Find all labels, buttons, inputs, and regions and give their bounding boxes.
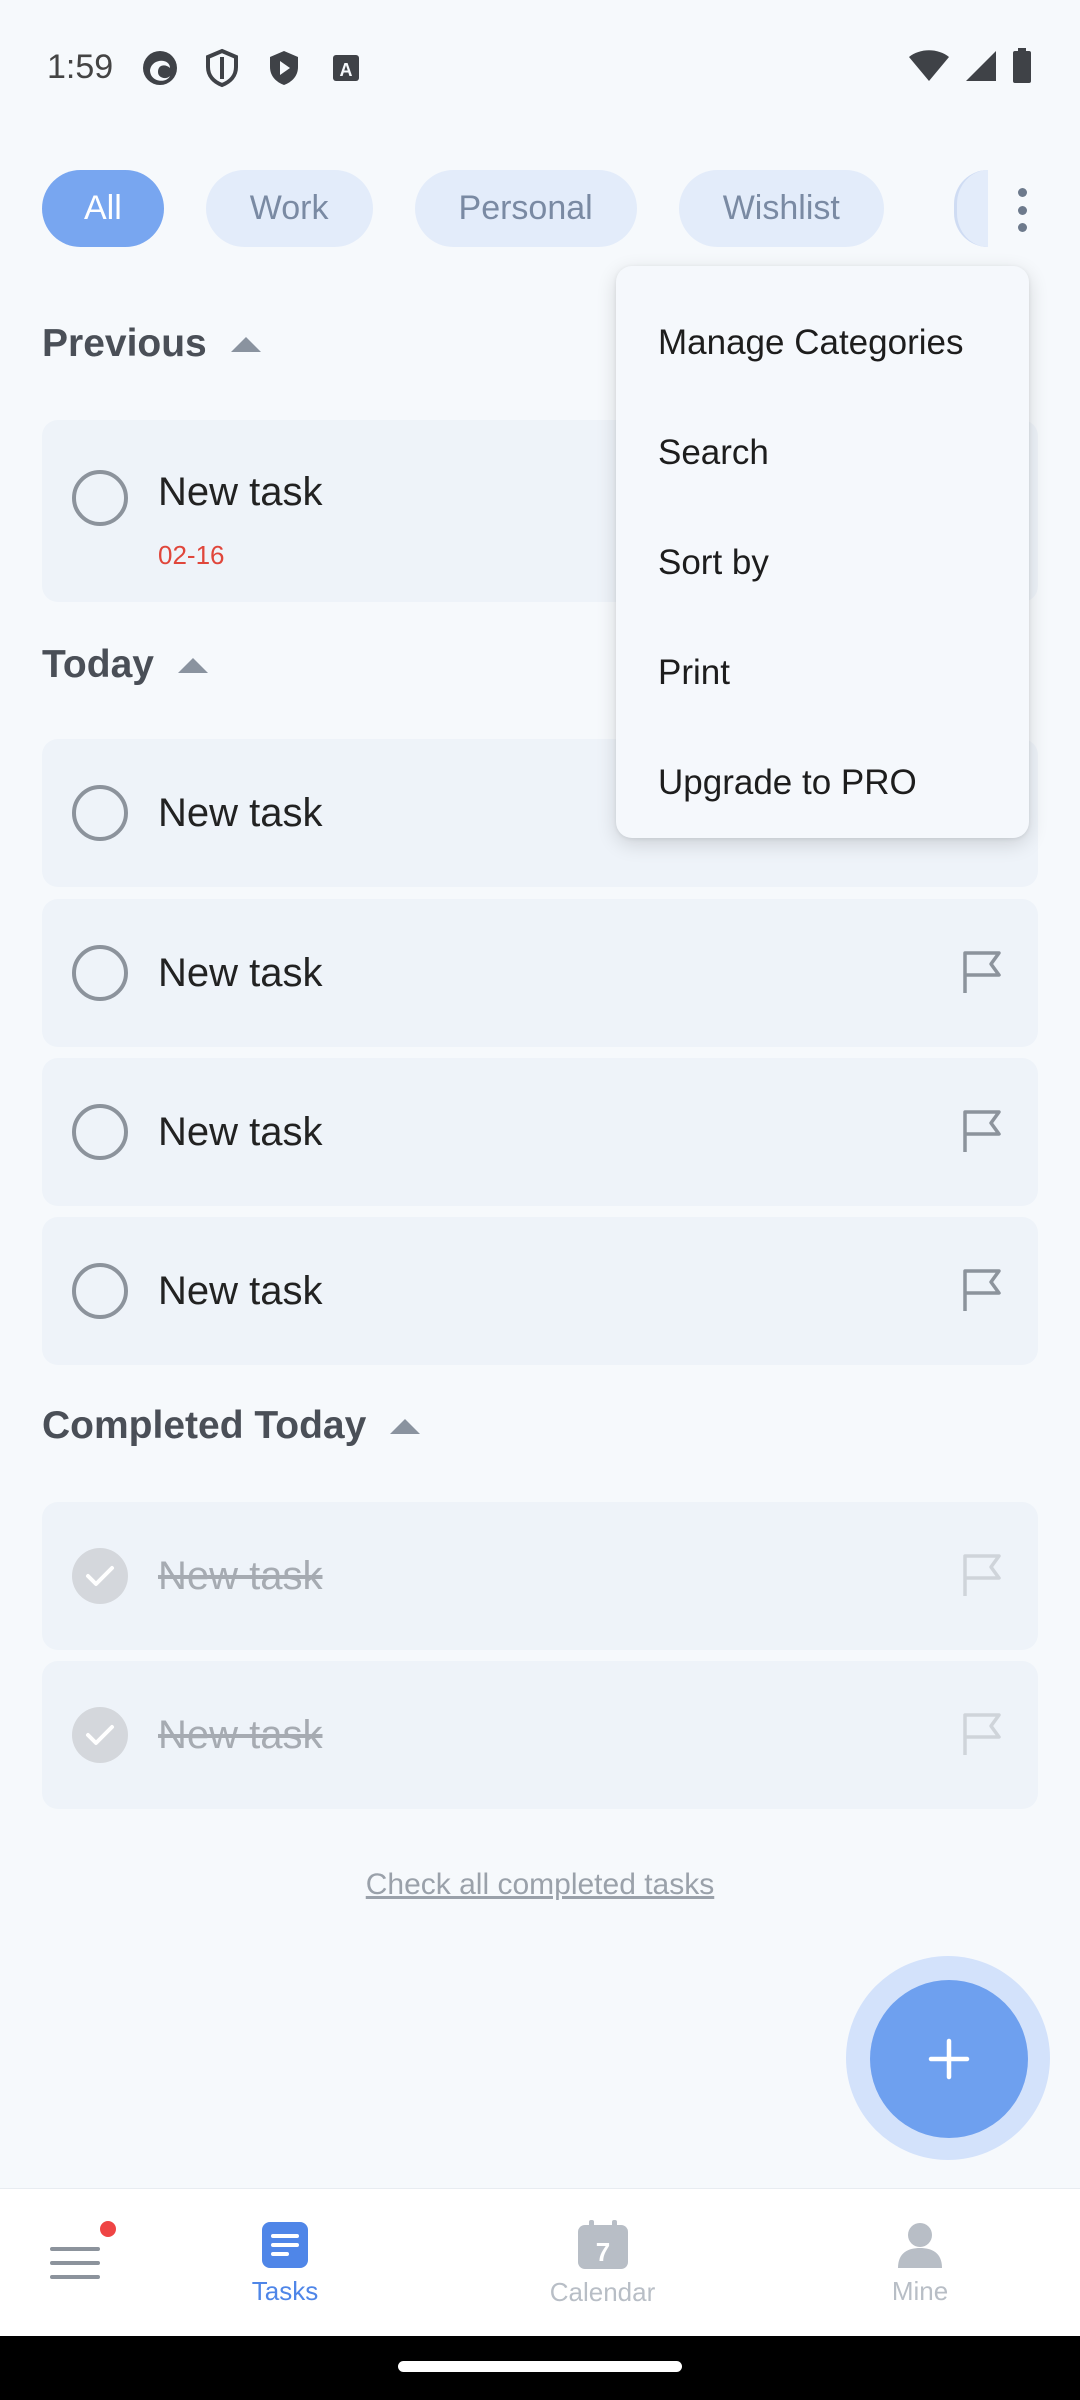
task-card-completed[interactable]: New task [42,1502,1038,1650]
task-card[interactable]: New task [42,1217,1038,1365]
home-gesture-handle[interactable] [398,2361,682,2372]
chip-personal[interactable]: Personal [414,170,637,247]
task-checkbox[interactable] [72,1104,128,1160]
check-all-completed-link[interactable]: Check all completed tasks [0,1868,1080,1902]
task-title: New task [158,1110,323,1154]
nav-mine[interactable]: Mine [860,2189,980,2337]
menu-item-upgrade-pro[interactable]: Upgrade to PRO [616,728,1029,838]
task-title: New task [158,951,323,995]
section-previous[interactable]: Previous [42,322,261,366]
chip-all[interactable]: All [42,170,164,247]
status-notification-icons: A [140,48,366,88]
menu-item-print[interactable]: Print [616,618,1029,728]
category-chips: All Work Personal Wishlist [42,170,884,247]
chip-overflow-partial[interactable] [954,170,988,247]
nav-calendar-label: Calendar [549,2276,656,2307]
chip-work[interactable]: Work [205,170,373,247]
add-task-button[interactable] [870,1980,1028,2138]
battery-icon [1013,48,1031,83]
tasks-icon [262,2221,308,2268]
chip-wishlist[interactable]: Wishlist [678,170,884,247]
status-system-icons [908,48,1032,84]
task-checked-icon[interactable] [72,1707,128,1763]
section-completed-label: Completed Today [42,1404,367,1447]
section-today[interactable]: Today [42,643,208,687]
svg-text:7: 7 [595,2237,609,2267]
plus-icon [928,2038,970,2080]
flag-icon[interactable] [960,1108,1004,1154]
task-due-date: 02-16 [158,540,225,570]
task-title: New task [158,1554,323,1598]
flag-icon[interactable] [960,1552,1004,1598]
calendar-icon: 7 [577,2219,628,2269]
a-box-icon: A [326,48,366,88]
task-title: New task [158,1269,323,1313]
nav-tasks[interactable]: Tasks [215,2189,355,2337]
signal-icon [966,51,996,81]
section-today-label: Today [42,643,154,686]
hamburger-icon [50,2247,100,2279]
nav-calendar[interactable]: 7 Calendar [530,2189,675,2337]
menu-item-manage-categories[interactable]: Manage Categories [616,288,1029,398]
edge-icon [140,48,180,88]
flag-icon[interactable] [960,1711,1004,1757]
caret-up-icon [390,1418,421,1434]
person-icon [898,2222,942,2268]
task-card[interactable]: New task [42,899,1038,1047]
menu-item-search[interactable]: Search [616,398,1029,508]
task-checkbox[interactable] [72,945,128,1001]
overflow-menu: Manage Categories Search Sort by Print U… [616,266,1029,838]
task-title: New task [158,791,323,835]
task-card[interactable]: New task [42,1058,1038,1206]
caret-up-icon [177,657,208,673]
wifi-icon [909,50,949,81]
nav-mine-label: Mine [891,2275,949,2306]
flag-icon[interactable] [960,1267,1004,1313]
menu-item-sort-by[interactable]: Sort by [616,508,1029,618]
caret-up-icon [230,336,261,352]
status-time: 1:59 [47,48,114,86]
task-checked-icon[interactable] [72,1548,128,1604]
task-checkbox[interactable] [72,1263,128,1319]
section-completed-today[interactable]: Completed Today [42,1404,421,1448]
task-title: New task [158,470,323,514]
flag-icon[interactable] [960,949,1004,995]
svg-text:A: A [340,60,353,80]
task-card-completed[interactable]: New task [42,1661,1038,1809]
shield-outline-icon [202,48,242,88]
more-options-icon[interactable] [1004,182,1040,238]
nav-tasks-label: Tasks [251,2275,319,2306]
section-previous-label: Previous [42,322,207,365]
task-checkbox[interactable] [72,470,128,526]
notification-dot [100,2221,116,2237]
nav-menu[interactable] [30,2189,120,2337]
task-title: New task [158,1713,323,1757]
status-bar: 1:59 A [0,0,1080,135]
shield-play-icon [264,48,304,88]
bottom-nav: Tasks 7 Calendar Mine [0,2188,1080,2336]
task-checkbox[interactable] [72,785,128,841]
